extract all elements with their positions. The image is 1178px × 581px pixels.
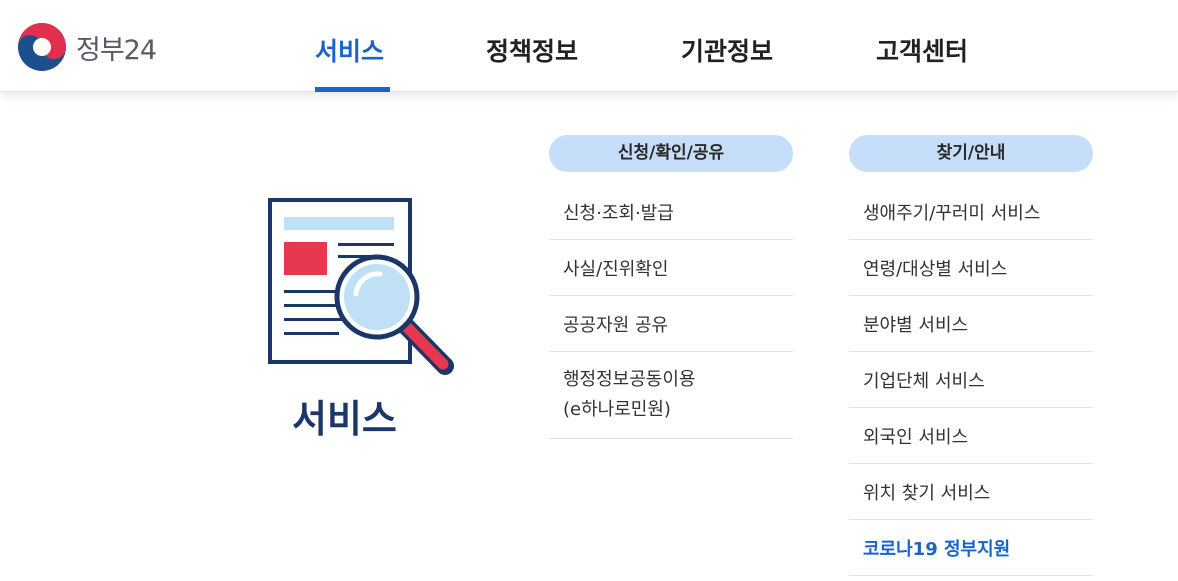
- menu-item-verify[interactable]: 사실/진위확인: [549, 240, 793, 296]
- menu-item-public-resource[interactable]: 공공자원 공유: [549, 296, 793, 352]
- menu-list-guide: 생애주기/꾸러미 서비스 연령/대상별 서비스 분야별 서비스 기업단체 서비스…: [849, 184, 1093, 576]
- taegeuk-logo-icon: [18, 23, 66, 71]
- hero-title: 서비스: [292, 397, 397, 441]
- nav-item-customer-center[interactable]: 고객센터: [876, 32, 968, 68]
- hero-illustration: [262, 194, 462, 388]
- menu-item-foreigner[interactable]: 외국인 서비스: [849, 408, 1093, 464]
- menu-item-age-target[interactable]: 연령/대상별 서비스: [849, 240, 1093, 296]
- menu-item-admin-info-sharing[interactable]: 행정정보공동이용 (e하나로민원): [549, 352, 793, 439]
- nav-item-policy[interactable]: 정책정보: [486, 32, 578, 68]
- menu-item-field[interactable]: 분야별 서비스: [849, 296, 1093, 352]
- column-heading-guide: 찾기/안내: [849, 135, 1093, 172]
- logo[interactable]: 정부24: [16, 21, 157, 73]
- document-search-icon: [268, 198, 454, 375]
- menu-column-apply: 신청/확인/공유 신청·조회·발급 사실/진위확인 공공자원 공유 행정정보공동…: [549, 135, 793, 439]
- menu-item-business[interactable]: 기업단체 서비스: [849, 352, 1093, 408]
- active-tab-underline: [315, 87, 390, 92]
- nav-item-institution[interactable]: 기관정보: [681, 32, 773, 68]
- menu-list-apply: 신청·조회·발급 사실/진위확인 공공자원 공유 행정정보공동이용 (e하나로민…: [549, 184, 793, 439]
- top-header: 정부24 서비스 정책정보 기관정보 고객센터: [0, 0, 1178, 92]
- menu-item-issue[interactable]: 신청·조회·발급: [549, 184, 793, 240]
- column-heading-apply: 신청/확인/공유: [549, 135, 793, 172]
- menu-item-location[interactable]: 위치 찾기 서비스: [849, 464, 1093, 520]
- logo-text: 정부24: [76, 34, 157, 66]
- nav-item-service[interactable]: 서비스: [315, 32, 384, 68]
- menu-item-lifecycle[interactable]: 생애주기/꾸러미 서비스: [849, 184, 1093, 240]
- menu-column-guide: 찾기/안내 생애주기/꾸러미 서비스 연령/대상별 서비스 분야별 서비스 기업…: [849, 135, 1093, 576]
- menu-item-covid19-support[interactable]: 코로나19 정부지원: [849, 520, 1093, 576]
